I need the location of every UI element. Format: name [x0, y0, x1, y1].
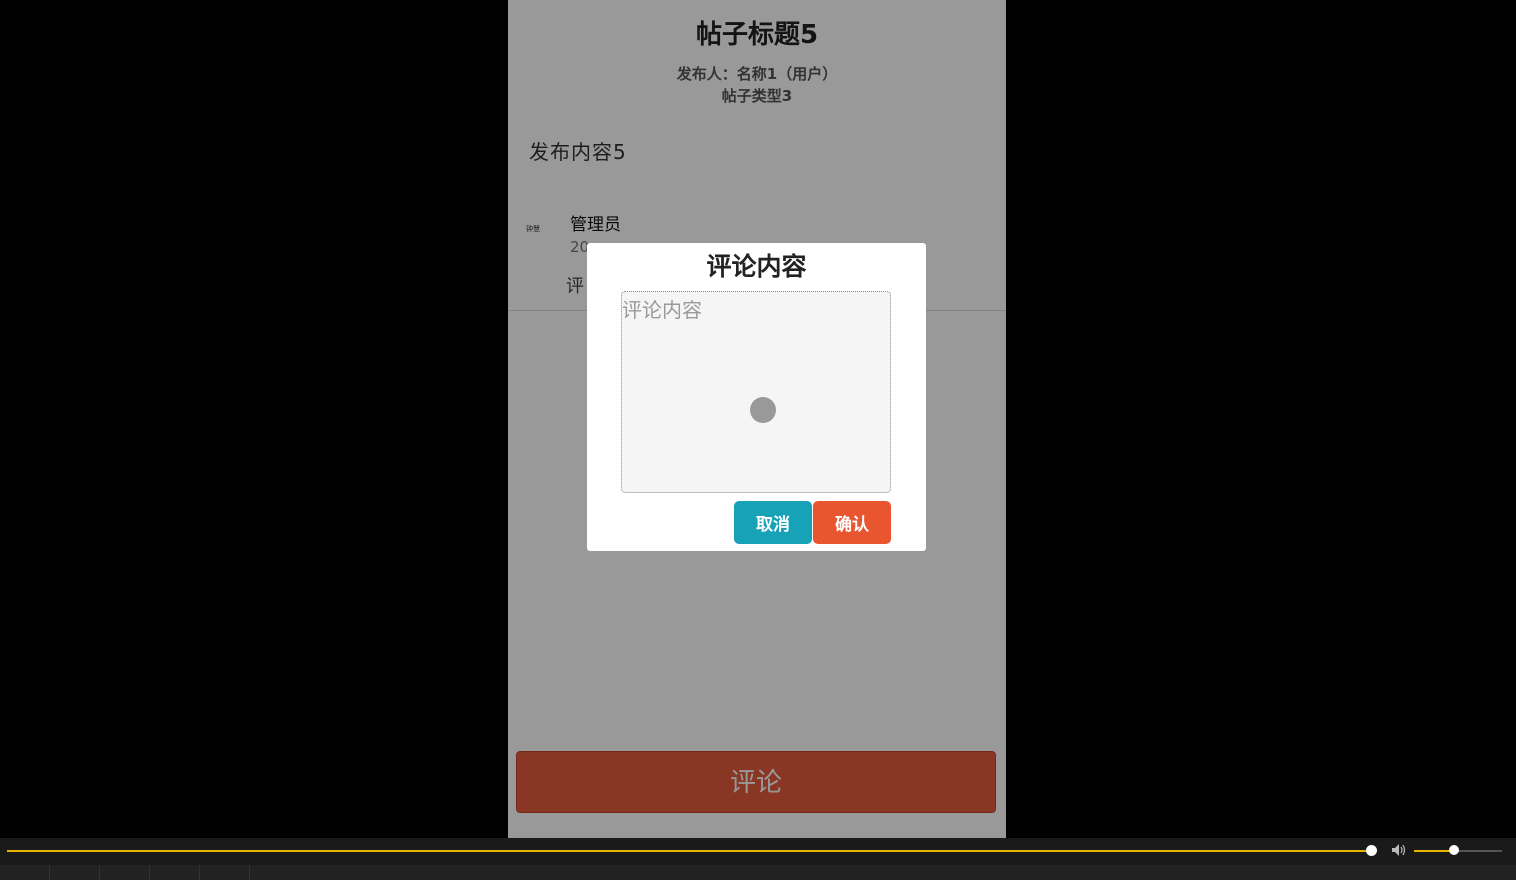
volume-level: [1414, 850, 1454, 852]
control-slot[interactable]: [50, 865, 100, 880]
comment-textarea[interactable]: [621, 291, 891, 493]
comment-dialog: 评论内容 取消 确认: [587, 243, 926, 551]
volume-icon[interactable]: [1391, 843, 1409, 859]
control-slot[interactable]: [150, 865, 200, 880]
progress-handle[interactable]: [1366, 845, 1377, 856]
phone-screen: 帖子标题5 发布人：名称1（用户） 帖子类型3 发布内容5 钟慧 管理员 20 …: [508, 0, 1006, 838]
player-controls: [0, 865, 1516, 880]
control-slot[interactable]: [100, 865, 150, 880]
video-player-bar: [0, 838, 1516, 880]
video-stage: 帖子标题5 发布人：名称1（用户） 帖子类型3 发布内容5 钟慧 管理员 20 …: [0, 0, 1516, 838]
touch-cursor-icon: [750, 397, 776, 423]
dialog-title: 评论内容: [706, 252, 807, 281]
control-slot[interactable]: [200, 865, 250, 880]
volume-handle[interactable]: [1448, 845, 1459, 855]
confirm-button[interactable]: 确认: [813, 501, 891, 544]
control-slot[interactable]: [0, 865, 50, 880]
progress-bar[interactable]: [7, 850, 1372, 852]
cancel-button[interactable]: 取消: [734, 501, 812, 544]
